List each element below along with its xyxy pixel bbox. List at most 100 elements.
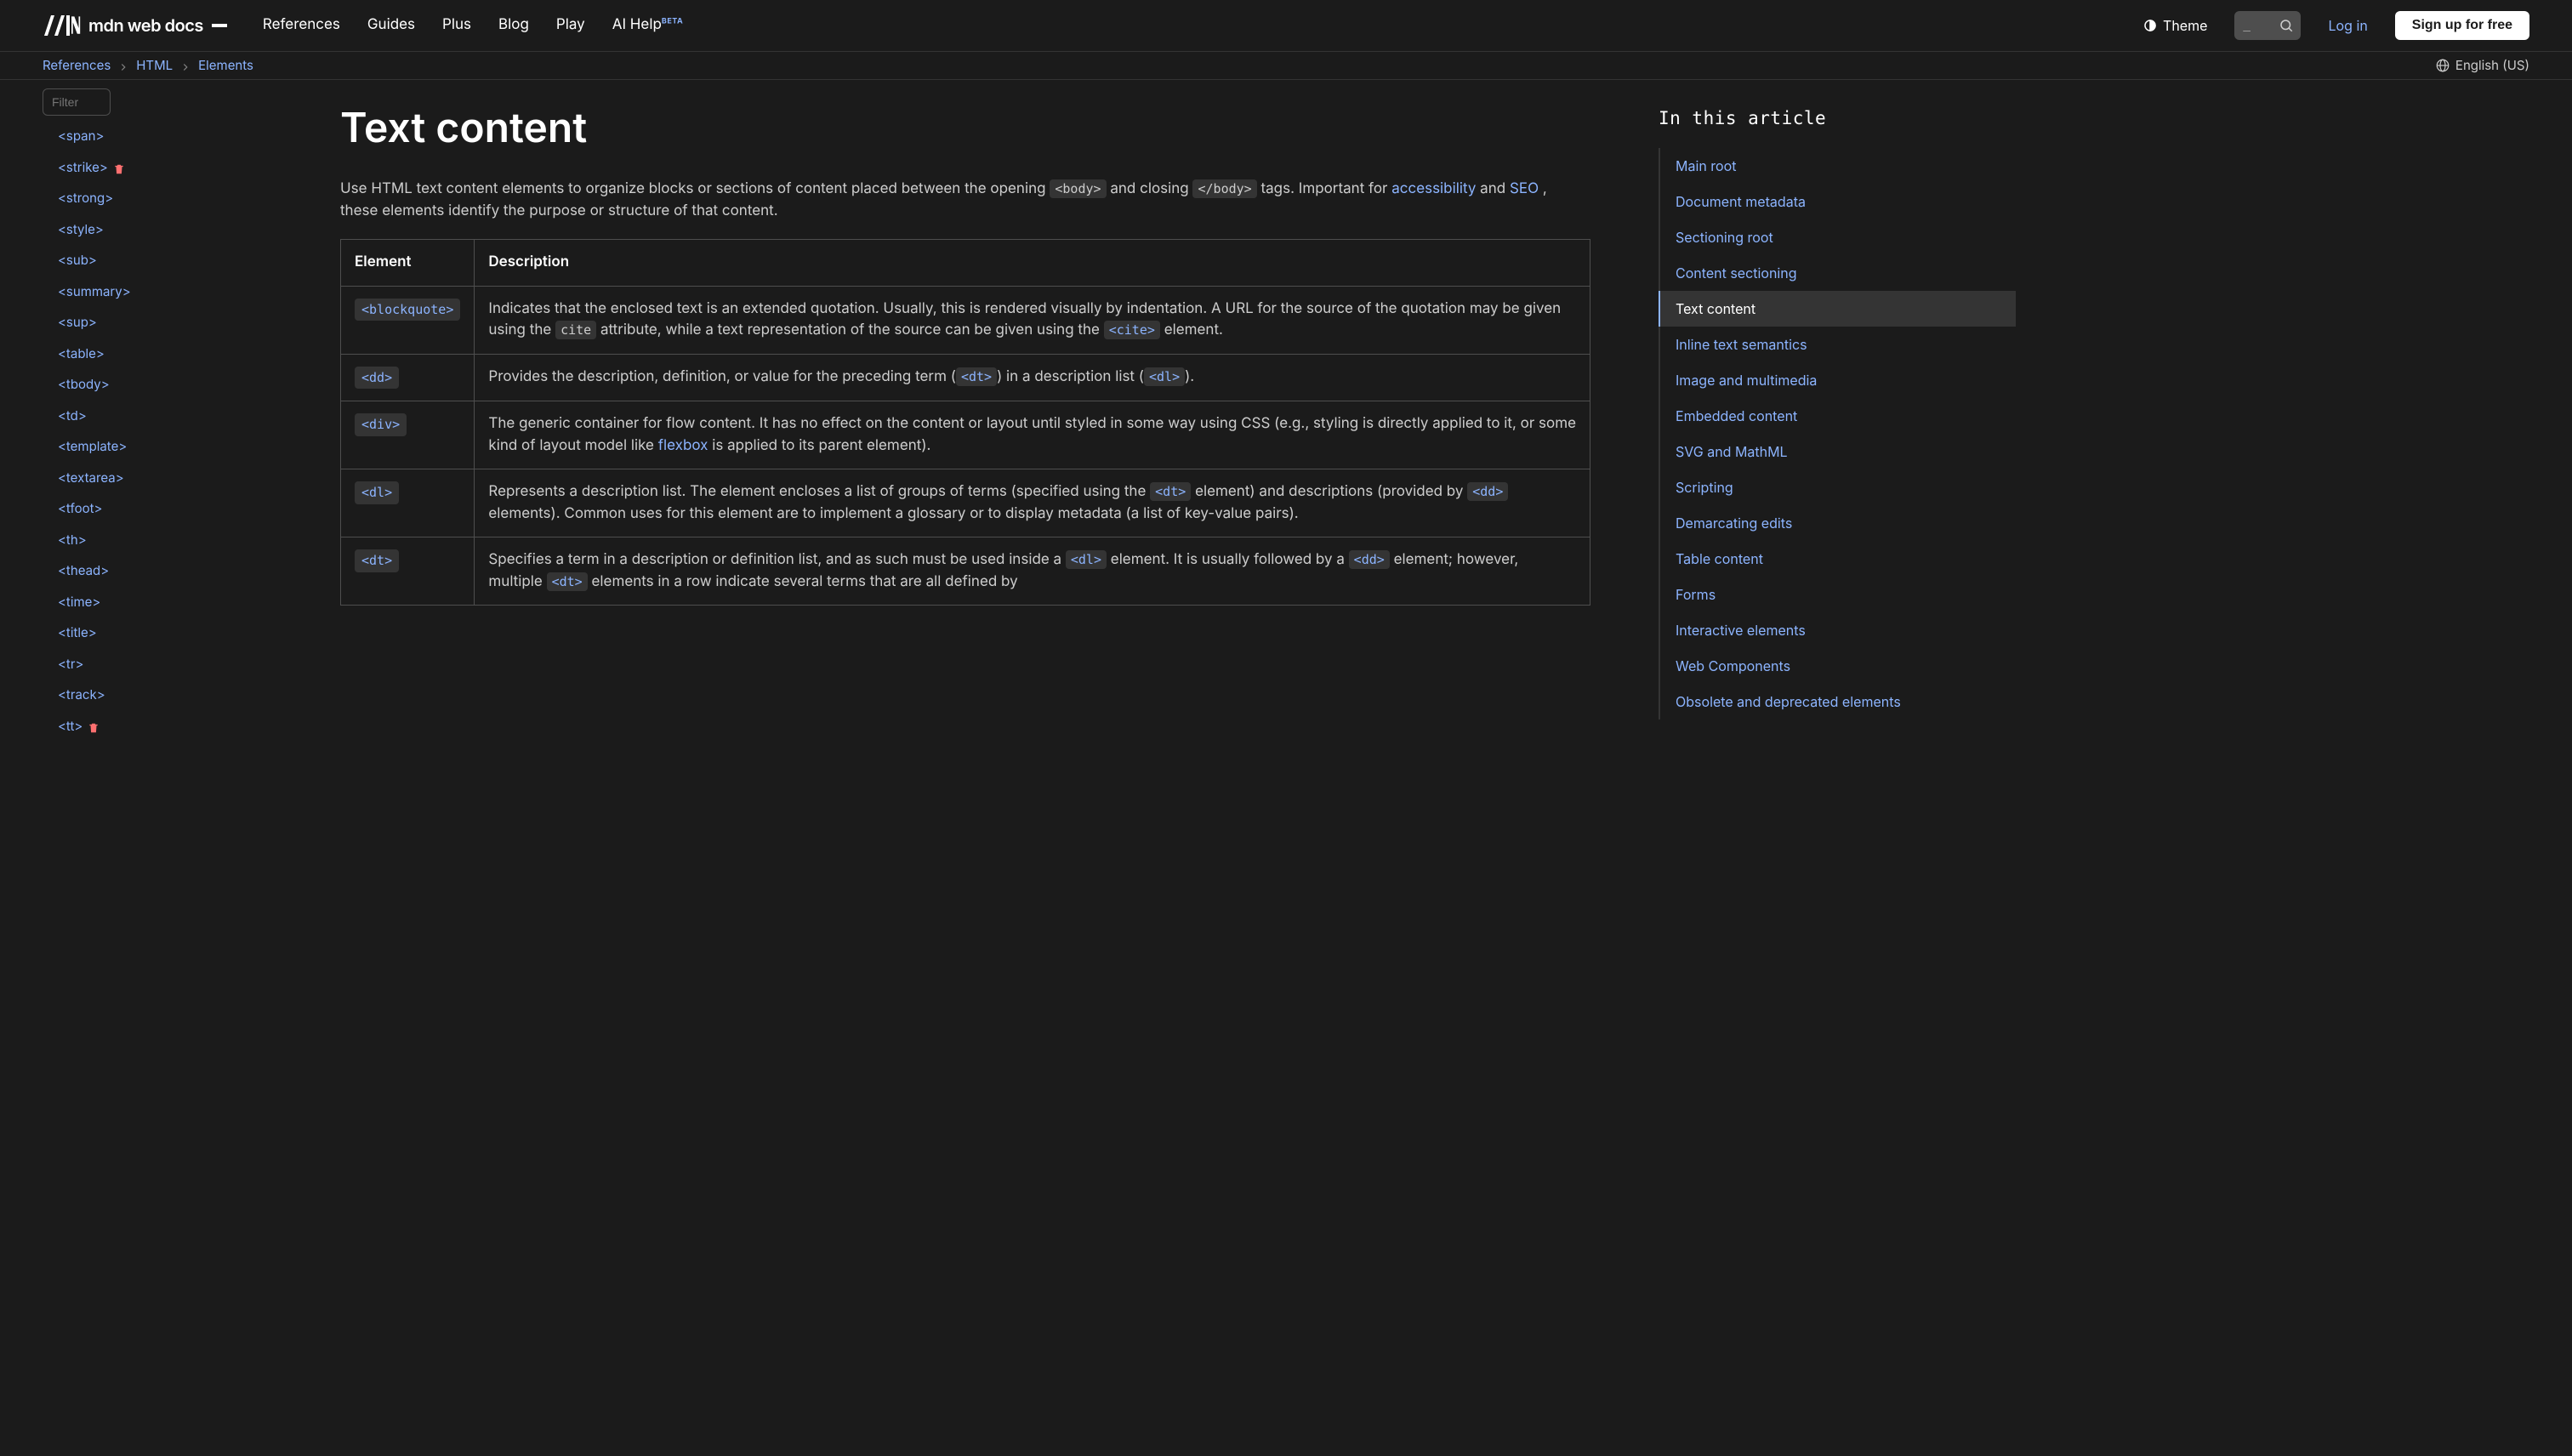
link-seo[interactable]: SEO — [1510, 180, 1539, 197]
th-description: Description — [475, 240, 1590, 287]
deprecated-icon — [88, 720, 100, 732]
cell-description: The generic container for flow content. … — [475, 401, 1590, 469]
toc-item[interactable]: Text content — [1659, 291, 2016, 327]
toc-item[interactable]: Web Components — [1659, 648, 2016, 684]
code-element-link[interactable]: <dt> — [1150, 482, 1191, 501]
cell-element: <dl> — [341, 469, 475, 537]
code-body-close: </body> — [1192, 179, 1256, 198]
breadcrumb-bar: References HTML Elements English (US) — [0, 51, 2572, 80]
sidebar-item-label: <title> — [58, 623, 97, 643]
code-element-link[interactable]: <dt> — [956, 367, 997, 386]
table-row: <dd> Provides the description, definition… — [341, 354, 1590, 401]
sidebar-item[interactable]: <table> — [58, 338, 306, 370]
sidebar-item[interactable]: <tt> — [58, 711, 306, 742]
sidebar-item[interactable]: <tfoot> — [58, 493, 306, 525]
logo-text: mdn web docs — [88, 13, 203, 38]
sidebar-item[interactable]: <th> — [58, 525, 306, 556]
toc-item[interactable]: SVG and MathML — [1659, 434, 2016, 469]
toc-item[interactable]: Table content — [1659, 541, 2016, 577]
toc-item[interactable]: Forms — [1659, 577, 2016, 612]
cell-element: <dt> — [341, 537, 475, 606]
link-accessibility[interactable]: accessibility — [1391, 180, 1476, 197]
cell-element: <dd> — [341, 354, 475, 401]
code-element-link[interactable]: <dl> — [1144, 367, 1185, 386]
theme-toggle[interactable]: Theme — [2142, 15, 2207, 36]
cell-description: Provides the description, definition, or… — [475, 354, 1590, 401]
toc-item[interactable]: Scripting — [1659, 469, 2016, 505]
toc-item[interactable]: Demarcating edits — [1659, 505, 2016, 541]
element-link[interactable]: <blockquote> — [355, 299, 460, 321]
sidebar-item[interactable]: <title> — [58, 617, 306, 649]
toc-item[interactable]: Main root — [1659, 148, 2016, 184]
toc-item[interactable]: Content sectioning — [1659, 255, 2016, 291]
crumb-references[interactable]: References — [43, 56, 111, 76]
logo[interactable]: mdn web docs — [43, 13, 227, 38]
nav-references[interactable]: References — [263, 14, 340, 37]
code-literal: cite — [555, 321, 596, 339]
chevron-right-icon — [179, 60, 191, 71]
code-element-link[interactable]: <dl> — [1066, 550, 1107, 569]
language-picker[interactable]: English (US) — [2435, 56, 2529, 76]
cell-description: Represents a description list. The eleme… — [475, 469, 1590, 537]
sidebar-item-label: <tr> — [58, 655, 83, 674]
logo-underscore-icon — [212, 24, 227, 27]
breadcrumb: References HTML Elements — [43, 56, 253, 76]
code-element-link[interactable]: <dd> — [1467, 482, 1508, 501]
sidebar-item[interactable]: <strike> — [58, 152, 306, 184]
sidebar-item-label: <table> — [58, 344, 105, 364]
toc-item[interactable]: Inline text semantics — [1659, 327, 2016, 362]
cell-element: <div> — [341, 401, 475, 469]
sidebar-item[interactable]: <time> — [58, 587, 306, 618]
toc-item[interactable]: Interactive elements — [1659, 612, 2016, 648]
intro-text-3: tags. Important for — [1260, 180, 1391, 197]
element-link[interactable]: <dl> — [355, 481, 399, 504]
toc-item[interactable]: Sectioning root — [1659, 219, 2016, 255]
sidebar-item[interactable]: <span> — [58, 121, 306, 152]
theme-os-icon — [2142, 18, 2158, 33]
login-link[interactable]: Log in — [2328, 15, 2367, 36]
table-row: <dl> Represents a description list. The e… — [341, 469, 1590, 537]
inline-link[interactable]: flexbox — [658, 437, 708, 454]
code-element-link[interactable]: <cite> — [1104, 321, 1160, 339]
sidebar-item[interactable]: <textarea> — [58, 463, 306, 494]
sidebar-item-label: <track> — [58, 685, 105, 705]
nav-guides[interactable]: Guides — [367, 14, 415, 37]
nav-plus[interactable]: Plus — [442, 14, 471, 37]
sidebar-item[interactable]: <style> — [58, 214, 306, 246]
cell-element: <blockquote> — [341, 286, 475, 354]
sidebar-item[interactable]: <tr> — [58, 649, 306, 680]
nav-ai-help[interactable]: AI HelpBETA — [612, 14, 684, 37]
sidebar-item[interactable]: <summary> — [58, 276, 306, 308]
globe-icon — [2435, 58, 2450, 73]
toc-item[interactable]: Document metadata — [1659, 184, 2016, 219]
sidebar-item[interactable]: <td> — [58, 401, 306, 432]
crumb-elements[interactable]: Elements — [198, 56, 253, 76]
toc-item[interactable]: Embedded content — [1659, 398, 2016, 434]
sidebar-filter-input[interactable] — [43, 88, 111, 116]
language-label: English (US) — [2455, 56, 2529, 76]
element-link[interactable]: <dd> — [355, 367, 399, 390]
search-input[interactable] — [2234, 11, 2301, 40]
crumb-html[interactable]: HTML — [136, 56, 173, 76]
toc-item[interactable]: Image and multimedia — [1659, 362, 2016, 398]
nav-play[interactable]: Play — [556, 14, 585, 37]
element-link[interactable]: <dt> — [355, 549, 399, 572]
sidebar-item-label: <thead> — [58, 561, 109, 581]
toc-item[interactable]: Obsolete and deprecated elements — [1659, 684, 2016, 719]
sidebar-item[interactable]: <track> — [58, 680, 306, 711]
sidebar-item[interactable]: <template> — [58, 431, 306, 463]
sidebar-item[interactable]: <strong> — [58, 183, 306, 214]
sidebar-item[interactable]: <tbody> — [58, 369, 306, 401]
code-element-link[interactable]: <dd> — [1349, 550, 1390, 569]
intro-paragraph: Use HTML text content elements to organi… — [340, 179, 1582, 222]
main-content: Text content Use HTML text content eleme… — [306, 80, 1633, 1456]
signup-button[interactable]: Sign up for free — [2395, 11, 2529, 40]
sidebar-item[interactable]: <sub> — [58, 245, 306, 276]
sidebar-item[interactable]: <thead> — [58, 555, 306, 587]
sidebar-item[interactable]: <sup> — [58, 307, 306, 338]
code-element-link[interactable]: <dt> — [547, 572, 588, 591]
sidebar-item-label: <strong> — [58, 189, 113, 208]
element-link[interactable]: <div> — [355, 413, 407, 436]
nav-blog[interactable]: Blog — [498, 14, 529, 37]
page-title: Text content — [340, 97, 1590, 158]
